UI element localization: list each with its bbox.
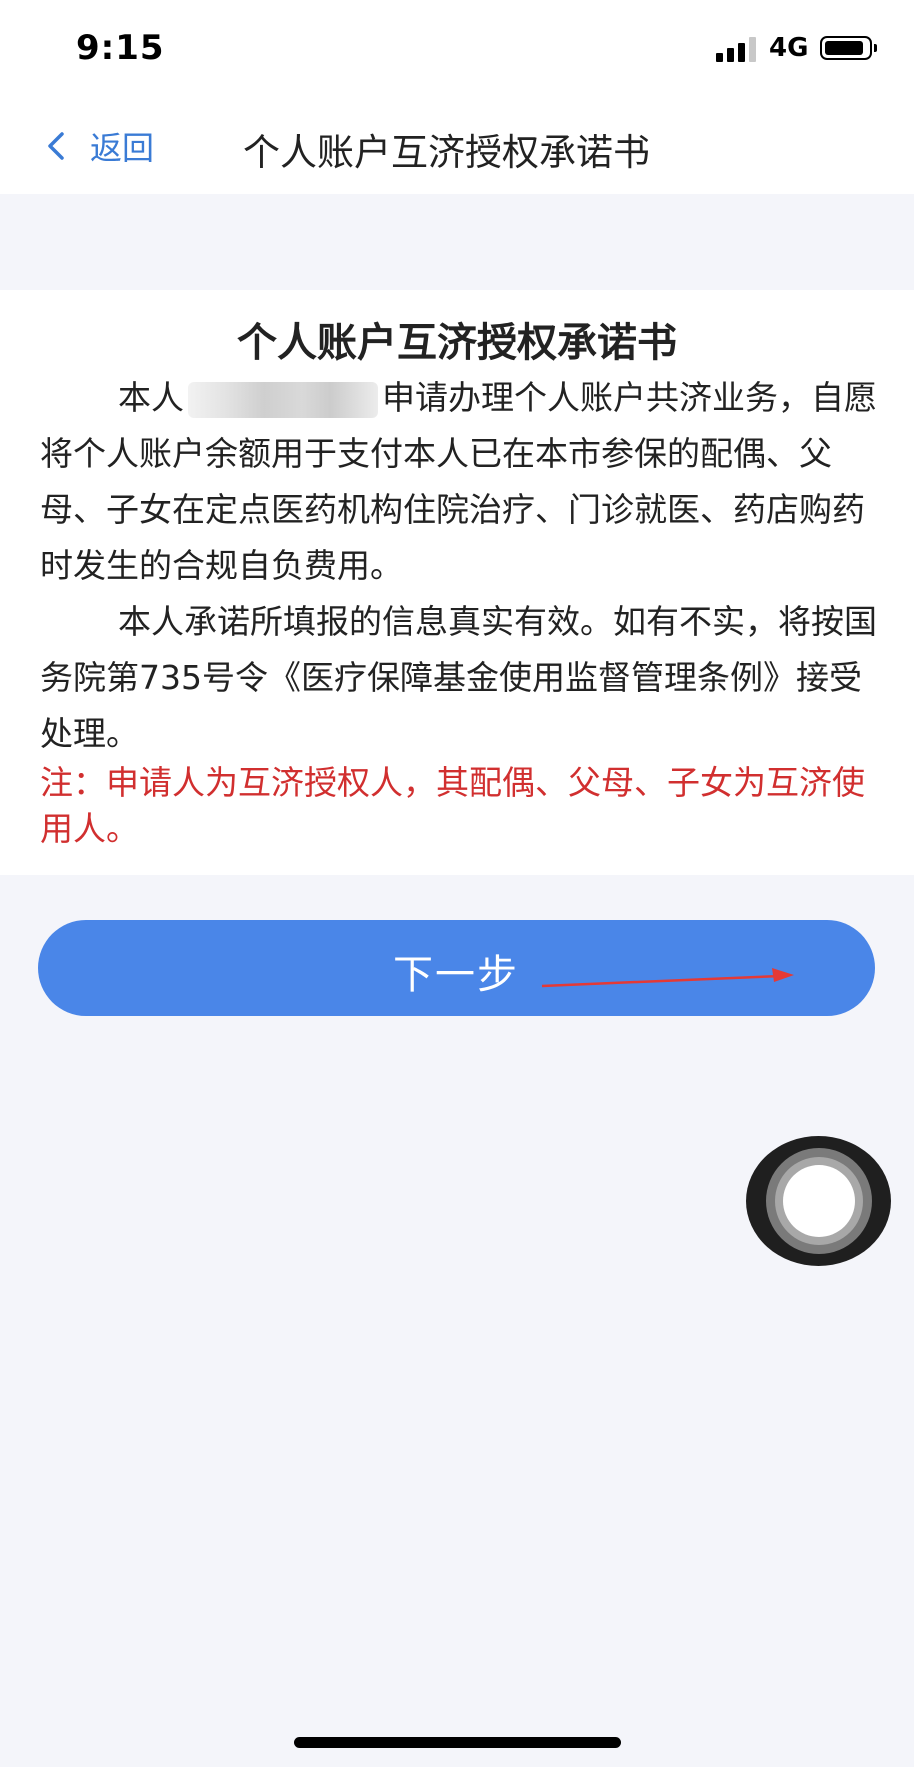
note-text: 注：申请人为互济授权人，其配偶、父母、子女为互济使用人。 [40,763,865,848]
paragraph-commitment-text: 本人承诺所填报的信息真实有效。如有不实，将按国务院第735号令《医疗保障基金使用… [40,602,877,753]
home-indicator[interactable] [294,1737,621,1748]
assistive-touch-button[interactable] [746,1136,891,1266]
back-label: 返回 [90,129,155,167]
chevron-left-icon [48,132,64,160]
next-step-label: 下一步 [393,952,519,998]
back-button[interactable]: 返回 [44,120,154,172]
battery-icon [820,36,877,60]
network-type: 4G [769,33,809,63]
nav-bar: 返回 个人账户互济授权承诺书 [0,100,914,194]
redacted-name [188,381,378,418]
document-title: 个人账户互济授权承诺书 [237,320,677,366]
annotation-arrow-icon [541,968,794,988]
paragraph-prefix: 本人 [118,378,184,417]
page-title: 个人账户互济授权承诺书 [243,131,650,174]
paragraph-application: 本人 申请办理个人账户共济业务，自愿将个人账户余额用于支付本人已在本市参保的配偶、… [40,370,885,594]
status-bar: 9:15 4G [0,0,914,100]
document-card: 个人账户互济授权承诺书 本人 申请办理个人账户共济业务，自愿将个人账户余额用于支付… [0,290,914,875]
paragraph-commitment: 本人承诺所填报的信息真实有效。如有不实，将按国务院第735号令《医疗保障基金使用… [40,594,885,762]
status-time: 9:15 [76,28,165,68]
signal-icon [716,36,758,62]
